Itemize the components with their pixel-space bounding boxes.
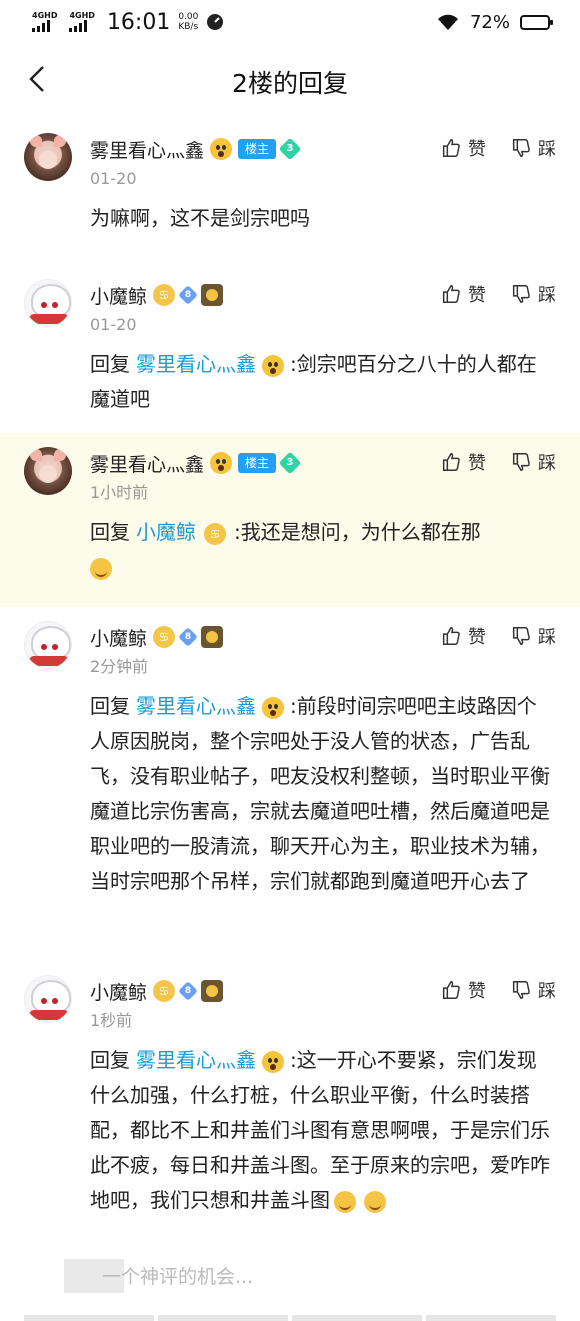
thumbs-up-icon xyxy=(442,981,460,999)
reply-text: 回复 小魔鲸 ♋:我还是想问，为什么都在那 xyxy=(90,515,556,585)
page-title: 2楼的回复 xyxy=(232,68,348,98)
battery-icon xyxy=(520,14,553,30)
reply-time: 01-20 xyxy=(90,315,137,334)
scream-emoji-icon xyxy=(210,138,233,160)
like-button[interactable]: 赞 xyxy=(440,623,486,649)
battery-percent: 72% xyxy=(469,11,510,33)
reply-time: 2分钟前 xyxy=(90,657,149,676)
reply-time: 01-20 xyxy=(90,169,137,188)
avatar[interactable] xyxy=(24,447,72,495)
avatar[interactable] xyxy=(24,133,72,181)
avatar[interactable] xyxy=(24,621,72,669)
level-badge: 8 xyxy=(178,981,198,1001)
username[interactable]: 雾里看心灬鑫 xyxy=(90,136,204,163)
reply-item: 小魔鲸 ♋ 8 01-20 回复 雾里看心灬鑫:剑宗吧百分之八十的人都在魔道吧 赞… xyxy=(0,265,580,431)
like-button[interactable]: 赞 xyxy=(440,977,486,1003)
medal-icon xyxy=(201,626,224,648)
dislike-button[interactable]: 踩 xyxy=(510,281,556,307)
owner-badge: 楼主 xyxy=(238,139,277,159)
reply-text: 回复 雾里看心灬鑫:剑宗吧百分之八十的人都在魔道吧 xyxy=(90,352,537,411)
mention-link[interactable]: 小魔鲸 xyxy=(136,520,196,544)
thumbs-down-icon xyxy=(512,285,530,303)
level-badge: 8 xyxy=(178,627,198,647)
thumbs-down-icon xyxy=(512,627,530,645)
wifi-icon xyxy=(437,14,458,30)
owner-badge: 楼主 xyxy=(238,453,277,473)
medal-icon xyxy=(201,284,224,306)
level-badge: 3 xyxy=(278,451,302,475)
grin-emoji-icon xyxy=(334,1190,356,1213)
like-button[interactable]: 赞 xyxy=(440,281,486,307)
dislike-button[interactable]: 踩 xyxy=(510,623,556,649)
cancer-zodiac-icon: ♋ xyxy=(153,980,176,1002)
mention-link[interactable]: 雾里看心灬鑫 xyxy=(136,352,256,376)
signal-2-icon: 4GHD xyxy=(69,12,95,32)
reply-item: 雾里看心灬鑫 楼主 3 01-20 为嘛啊，这不是剑宗吧吗 赞 踩 xyxy=(0,119,580,251)
cancer-zodiac-icon: ♋ xyxy=(153,284,176,306)
thumbs-down-icon xyxy=(512,981,530,999)
back-arrow-icon[interactable] xyxy=(24,64,54,94)
level-badge: 3 xyxy=(278,137,302,161)
avatar[interactable] xyxy=(24,975,72,1023)
scream-emoji-icon xyxy=(262,1050,284,1073)
thumbs-up-icon xyxy=(442,453,460,471)
signal-1-icon: 4GHD xyxy=(32,12,57,32)
mention-link[interactable]: 雾里看心灬鑫 xyxy=(136,1048,256,1072)
username[interactable]: 小魔鲸 xyxy=(90,624,147,651)
reply-time: 1小时前 xyxy=(90,483,149,502)
comment-placeholder: 一个神评的机会... xyxy=(102,1265,254,1288)
like-button[interactable]: 赞 xyxy=(440,449,486,475)
avatar[interactable] xyxy=(24,279,72,327)
nav-bar: 2楼的回复 xyxy=(0,44,580,119)
scream-emoji-icon xyxy=(210,452,233,474)
grin-emoji-icon xyxy=(90,557,112,580)
reply-text: 为嘛啊，这不是剑宗吧吗 xyxy=(90,206,310,230)
like-button[interactable]: 赞 xyxy=(440,135,486,161)
clock: 16:01 xyxy=(106,9,171,35)
reply-text: 回复 雾里看心灬鑫:前段时间宗吧吧主歧路因个人原因脱岗，整个宗吧处于没人管的状态，… xyxy=(90,694,550,893)
scream-emoji-icon xyxy=(262,354,284,377)
cancer-zodiac-icon: ♋ xyxy=(153,626,176,648)
comment-input[interactable]: 一个神评的机会... xyxy=(24,1255,556,1295)
cancer-zodiac-icon: ♋ xyxy=(204,522,226,545)
dislike-button[interactable]: 踩 xyxy=(510,135,556,161)
status-bar: 4GHD 4GHD 16:01 0.00 KB/s 72% xyxy=(0,0,580,44)
thumbs-down-icon xyxy=(512,139,530,157)
thumbs-up-icon xyxy=(442,627,460,645)
gauge-icon xyxy=(207,14,224,30)
reply-item: 小魔鲸 ♋ 8 2分钟前 回复 雾里看心灬鑫:前段时间宗吧吧主歧路因个人原因脱岗，… xyxy=(0,607,580,961)
grin-emoji-icon xyxy=(364,1190,386,1213)
username[interactable]: 小魔鲸 xyxy=(90,978,147,1005)
bottom-divider xyxy=(0,1315,580,1321)
medal-icon xyxy=(201,980,224,1002)
thumbs-down-icon xyxy=(512,453,530,471)
thumbs-up-icon xyxy=(442,139,460,157)
username[interactable]: 小魔鲸 xyxy=(90,282,147,309)
net-speed: 0.00 KB/s xyxy=(178,12,199,32)
scream-emoji-icon xyxy=(262,696,284,719)
dislike-button[interactable]: 踩 xyxy=(510,977,556,1003)
thumbs-up-icon xyxy=(442,285,460,303)
username[interactable]: 雾里看心灬鑫 xyxy=(90,450,204,477)
reply-item-highlighted: 雾里看心灬鑫 楼主 3 1小时前 回复 小魔鲸 ♋:我还是想问，为什么都在那 赞 踩 xyxy=(0,433,580,607)
dislike-button[interactable]: 踩 xyxy=(510,449,556,475)
level-badge: 8 xyxy=(178,285,198,305)
reply-item: 小魔鲸 ♋ 8 1秒前 回复 雾里看心灬鑫:这一开心不要紧，宗们发现什么加强，什么… xyxy=(0,961,580,1245)
reply-text: 回复 雾里看心灬鑫:这一开心不要紧，宗们发现什么加强，什么打桩，什么职业平衡，什么… xyxy=(90,1048,550,1213)
reply-time: 1秒前 xyxy=(90,1011,133,1030)
mention-link[interactable]: 雾里看心灬鑫 xyxy=(136,694,256,718)
